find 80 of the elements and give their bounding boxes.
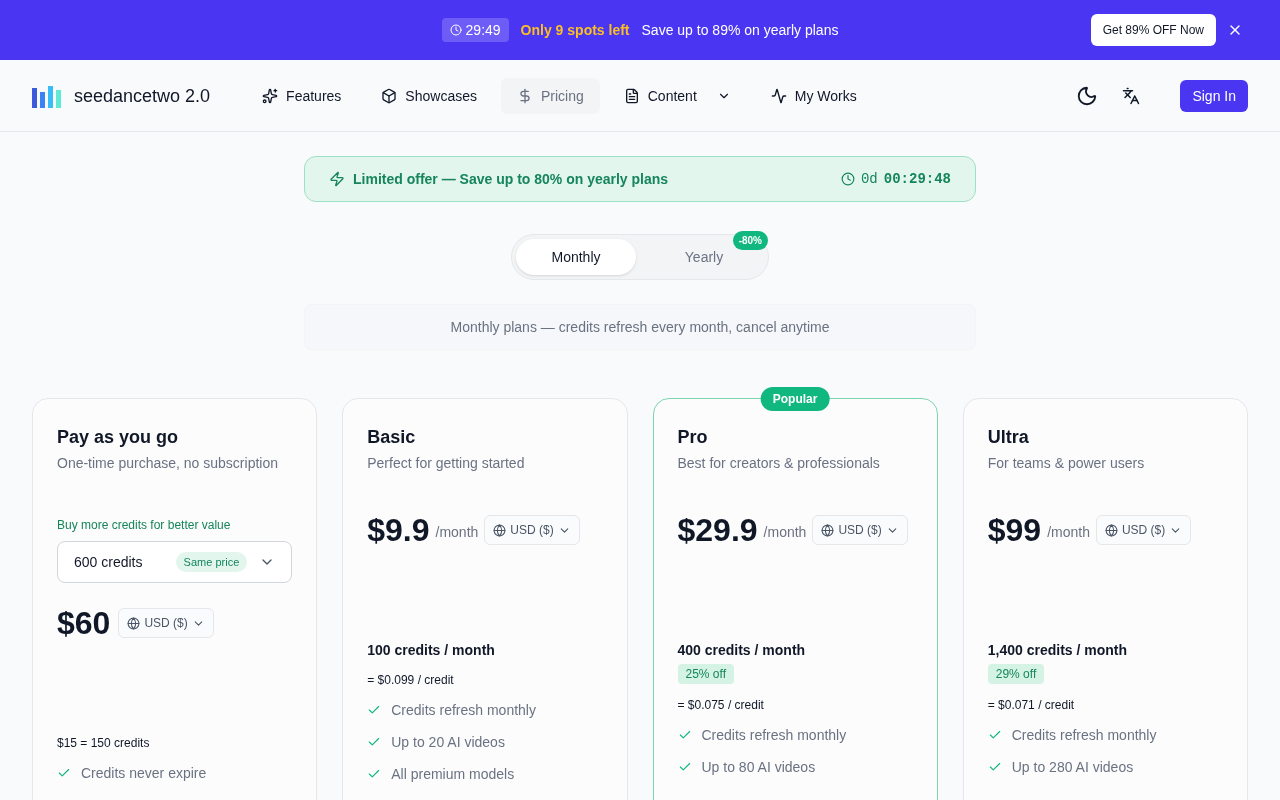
logo-icon [32,83,62,108]
sign-in-button[interactable]: Sign In [1180,79,1248,112]
nav-link[interactable]: My Works [754,77,873,114]
spots-left: Only 9 spots left [520,21,630,40]
price-period: /month [763,523,807,542]
feature-text: Up to 20 AI videos [391,733,505,752]
billing-tab[interactable]: Monthly [516,239,636,275]
document-icon [623,87,640,104]
plan-description: Best for creators & professionals [677,454,881,473]
plan-name: Pay as you go [57,426,180,449]
plan-price: $60 [57,605,111,641]
billing-note: Monthly plans — credits refresh every month, cancel anytime [304,304,976,350]
countdown-timer: 29:49 [441,18,509,42]
feature-text: Credits refresh monthly [391,701,536,720]
feature-text: All premium models [391,765,515,784]
plan-description: One-time purchase, no subscription [57,454,279,473]
nav-link[interactable]: Content [607,77,747,114]
nav-link[interactable]: Features [246,77,358,114]
feature-text: Credits refresh monthly [701,726,847,745]
theme-toggle-icon[interactable] [1076,84,1099,107]
language-icon[interactable] [1122,86,1141,105]
check-icon [367,703,382,717]
currency-select[interactable]: USD ($) [812,515,908,545]
price-period: /month [435,523,479,542]
check-icon [987,728,1002,742]
globe-icon [821,523,835,537]
currency-select[interactable]: USD ($) [118,608,214,638]
monthly-credits: 100 credits / month [367,641,496,660]
lightning-icon [329,171,345,187]
credits-select[interactable]: 600 credits Same price [57,541,293,583]
clock-icon [449,24,462,36]
currency-select[interactable]: USD ($) [484,515,580,545]
globe-icon [493,523,507,537]
per-credit-price: = $0.071 / credit [987,697,1076,713]
check-icon [57,766,71,780]
monthly-credits: 400 credits / month [677,641,807,660]
discount-tag: 29% off [987,664,1045,684]
value-hint: Buy more credits for better value [57,517,232,533]
check-icon [987,760,1002,774]
feature-text: Up to 80 AI videos [701,758,816,777]
discount-tag: 25% off [677,664,734,684]
nav-link[interactable]: Showcases [365,77,493,114]
sparkles-icon [262,87,279,104]
plan-description: Perfect for getting started [367,454,526,473]
select-value: 600 credits [74,553,143,572]
monthly-credits: 1,400 credits / month [987,641,1129,660]
promo-cta-button[interactable]: Get 89% OFF Now [1090,14,1216,46]
globe-icon [1104,523,1118,537]
check-icon [677,728,692,742]
feature-text: Credits never expire [81,764,207,783]
feature-text: Credits refresh monthly [1011,726,1157,745]
per-credit-price: = $0.099 / credit [367,672,455,688]
globe-icon [127,616,141,630]
promo-message: Save up to 89% on yearly plans [641,21,839,40]
pulse-icon [770,87,787,104]
same-price-tag: Same price [175,551,248,573]
clock-icon [840,172,855,186]
per-credit-price: = $0.075 / credit [677,697,765,713]
plan-price: $99 [987,511,1042,550]
check-icon [367,735,382,749]
check-icon [367,767,382,781]
plan-price: $9.9 [367,511,430,550]
plan-price: $29.9 [677,511,758,550]
plan-name: Pro [677,426,709,449]
box-icon [381,87,398,104]
popular-badge: Popular [760,387,830,411]
credit-rate: $15 = 150 credits [57,735,151,751]
plan-description: For teams & power users [987,454,1146,473]
offer-text: Limited offer — Save up to 80% on yearly plans [353,170,669,189]
discount-badge: -80% [732,231,768,250]
plan-name: Basic [367,426,417,449]
plan-name: Ultra [987,426,1030,449]
feature-text: Up to 280 AI videos [1011,758,1134,777]
currency-select[interactable]: USD ($) [1095,515,1192,545]
brand-name: seedancetwo 2.0 [74,84,211,108]
nav-link[interactable]: Pricing [500,77,600,114]
check-icon [677,760,692,774]
offer-countdown: 00:29:48 [883,170,951,189]
offer-days: 0d [860,169,878,189]
price-period: /month [1047,523,1090,542]
